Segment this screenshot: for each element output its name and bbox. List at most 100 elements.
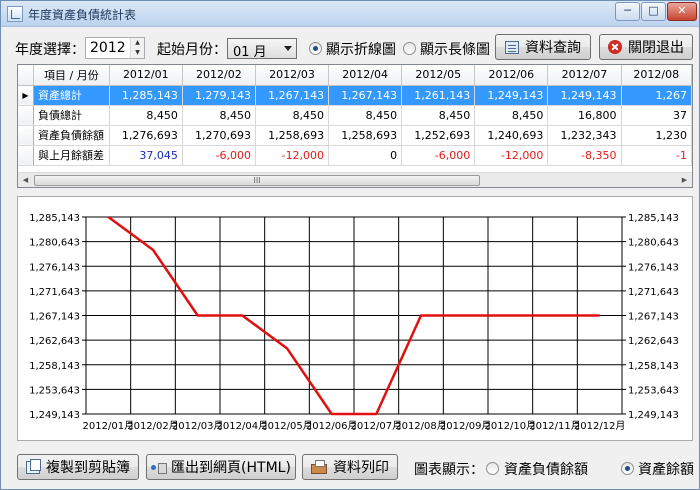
table-cell[interactable]: 1,267,143 <box>255 85 330 106</box>
table-cell[interactable]: 16,800 <box>547 105 622 126</box>
table-cell[interactable]: -12,000 <box>474 145 549 166</box>
table-cell[interactable]: 8,450 <box>255 105 330 126</box>
print-button[interactable]: 資料列印 <box>302 454 398 480</box>
grid-header-item[interactable]: 項目 / 月份 <box>33 65 110 86</box>
table-cell[interactable]: 1,279,143 <box>182 85 256 106</box>
table-cell[interactable]: 0 <box>328 145 403 166</box>
data-grid[interactable]: 項目 / 月份 2012/01 2012/02 2012/03 2012/04 … <box>17 64 693 188</box>
print-button-label: 資料列印 <box>333 460 389 476</box>
copy-clipboard-button[interactable]: 複製到剪貼簿 <box>17 454 139 480</box>
close-window-button[interactable]: ✕ <box>667 2 697 21</box>
table-cell[interactable]: -1 <box>621 145 692 166</box>
row-name[interactable]: 資產總計 <box>33 85 110 106</box>
row-header[interactable] <box>18 145 34 166</box>
start-month-select[interactable]: 01 月 <box>227 38 297 60</box>
table-cell[interactable]: 8,450 <box>401 105 476 126</box>
table-cell[interactable]: 1,249,143 <box>547 85 622 106</box>
table-cell[interactable]: 1,285,143 <box>109 85 183 106</box>
copy-icon <box>26 458 41 474</box>
exit-button[interactable]: 關閉退出 <box>599 34 693 60</box>
y-tick-label-right: 1,267,143 <box>628 312 679 323</box>
query-button[interactable]: 資料查詢 <box>495 34 591 60</box>
table-cell[interactable]: 1,249,143 <box>474 85 549 106</box>
table-cell[interactable]: 37 <box>621 105 692 126</box>
row-header[interactable] <box>18 105 34 126</box>
y-tick-label-left: 1,276,143 <box>29 262 80 273</box>
table-cell[interactable]: -8,350 <box>547 145 622 166</box>
y-tick-label-left: 1,253,643 <box>29 385 80 396</box>
table-row[interactable]: 負債總計 8,450 8,450 8,450 8,450 8,450 8,450 16,800… <box>18 105 692 126</box>
table-cell[interactable]: 8,450 <box>474 105 549 126</box>
year-spin-buttons[interactable]: ▲ ▼ <box>130 38 144 58</box>
y-tick-label-right: 1,253,643 <box>628 385 679 396</box>
radio-bar-chart-label[interactable]: 顯示長條圖 <box>420 39 490 59</box>
spin-down-icon[interactable]: ▼ <box>131 48 144 58</box>
year-label: 年度選擇： <box>15 42 85 58</box>
grid-header-month[interactable]: 2012/07 <box>547 65 622 86</box>
table-cell[interactable]: 1,258,693 <box>328 125 403 146</box>
y-tick-label-right: 1,280,643 <box>628 238 679 249</box>
table-row[interactable]: 資產負債餘額 1,276,693 1,270,693 1,258,693 1,258,6… <box>18 125 692 146</box>
grid-header-month[interactable]: 2012/08 <box>621 65 692 86</box>
table-cell[interactable]: 37,045 <box>109 145 183 166</box>
grid-header-month[interactable]: 2012/01 <box>109 65 183 86</box>
table-cell[interactable]: -12,000 <box>255 145 330 166</box>
maximize-button[interactable]: □ <box>641 2 666 21</box>
chevron-down-icon <box>284 46 292 51</box>
table-row[interactable]: ▶ 資產總計 1,285,143 1,279,143 1,267,143 1,267,14… <box>18 85 692 106</box>
table-cell[interactable]: 1,252,693 <box>401 125 476 146</box>
scroll-right-icon[interactable]: ▶ <box>677 173 692 187</box>
table-cell[interactable]: 1,270,693 <box>182 125 256 146</box>
radio-assets-label[interactable]: 資產餘額 <box>638 459 694 479</box>
table-cell[interactable]: 1,276,693 <box>109 125 183 146</box>
year-stepper[interactable]: 2012 ▲ ▼ <box>85 37 145 59</box>
x-tick-label: 2012/12月 <box>574 420 626 432</box>
table-row[interactable]: 與上月餘額差 37,045 -6,000 -12,000 0 -6,000 -12,000-… <box>18 145 692 166</box>
table-cell[interactable]: 1,230 <box>621 125 692 146</box>
radio-assets[interactable] <box>621 462 634 475</box>
table-cell[interactable]: 1,261,143 <box>401 85 476 106</box>
radio-balance-label[interactable]: 資產負債餘額 <box>504 459 588 479</box>
y-tick-label-left: 1,262,643 <box>29 336 80 347</box>
row-name[interactable]: 負債總計 <box>33 105 110 126</box>
row-header[interactable] <box>18 125 34 146</box>
table-cell[interactable]: -6,000 <box>182 145 256 166</box>
grid-header-month[interactable]: 2012/03 <box>255 65 330 86</box>
scroll-left-icon[interactable]: ◀ <box>18 173 33 187</box>
y-tick-label-right: 1,276,143 <box>628 262 679 273</box>
table-cell[interactable]: 1,258,693 <box>255 125 330 146</box>
copy-button-label: 複製到剪貼簿 <box>46 460 130 476</box>
table-cell[interactable]: 1,267,143 <box>328 85 403 106</box>
table-cell[interactable]: 1,240,693 <box>474 125 549 146</box>
grid-header-month[interactable]: 2012/05 <box>401 65 476 86</box>
grid-header-month[interactable]: 2012/06 <box>474 65 549 86</box>
minimize-button[interactable]: ─ <box>615 2 640 21</box>
table-cell[interactable]: 1,232,343 <box>547 125 622 146</box>
export-html-button[interactable]: 匯出到網頁(HTML) <box>146 454 296 480</box>
table-cell[interactable]: 8,450 <box>182 105 256 126</box>
scroll-thumb[interactable]: III <box>34 175 480 186</box>
line-chart-svg: 1,285,143 1,285,143 1,280,643 1,280,643 1,27… <box>29 213 679 432</box>
table-cell[interactable]: -6,000 <box>401 145 476 166</box>
radio-balance[interactable] <box>486 462 499 475</box>
radio-line-chart[interactable] <box>309 42 322 55</box>
grid-corner <box>18 65 34 86</box>
spin-up-icon[interactable]: ▲ <box>131 38 144 48</box>
line-chart: 1,285,143 1,285,143 1,280,643 1,280,643 1,27… <box>17 196 693 441</box>
row-name[interactable]: 與上月餘額差 <box>33 145 110 166</box>
row-pointer-icon[interactable]: ▶ <box>18 85 34 106</box>
list-icon <box>505 40 519 54</box>
row-name[interactable]: 資產負債餘額 <box>33 125 110 146</box>
horizontal-scrollbar[interactable]: ◀ III ▶ <box>18 172 692 187</box>
radio-bar-chart[interactable] <box>403 42 416 55</box>
table-cell[interactable]: 8,450 <box>109 105 183 126</box>
export-icon <box>151 461 168 474</box>
y-tick-label-right: 1,271,643 <box>628 287 679 298</box>
table-cell[interactable]: 1,267 <box>621 85 692 106</box>
y-tick-label-left: 1,267,143 <box>29 312 80 323</box>
radio-line-chart-label[interactable]: 顯示折線圖 <box>326 39 396 59</box>
grid-header-month[interactable]: 2012/02 <box>182 65 256 86</box>
grid-header-month[interactable]: 2012/04 <box>328 65 403 86</box>
start-month-label: 起始月份： <box>157 42 227 58</box>
table-cell[interactable]: 8,450 <box>328 105 403 126</box>
